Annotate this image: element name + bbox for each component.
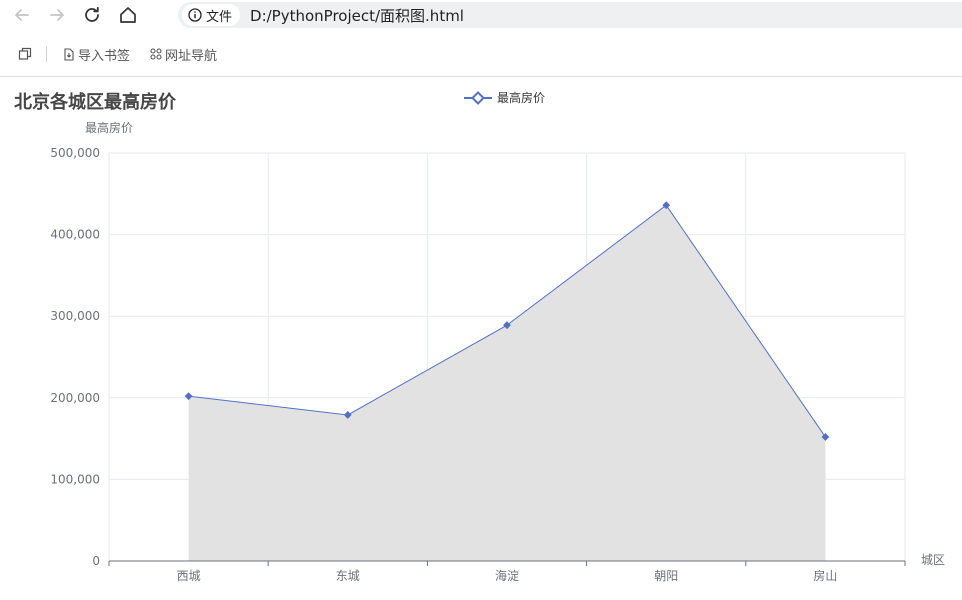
area-fill [188, 205, 826, 561]
x-tick-label: 朝阳 [654, 569, 678, 583]
y-tick-label: 200,000 [50, 391, 100, 405]
bookmark-nav[interactable]: 网址导航 [150, 45, 217, 64]
info-icon [188, 8, 202, 22]
bookmarks-bar: 导入书签 网址导航 [0, 38, 962, 70]
forward-arrow-icon [50, 9, 64, 21]
x-tick-label: 房山 [813, 568, 837, 583]
tab-copy-button[interactable] [18, 47, 32, 61]
site-info-chip[interactable]: 文件 [182, 4, 241, 26]
back-arrow-icon [15, 9, 29, 21]
y-tick-label: 0 [92, 554, 100, 568]
x-tick-label: 东城 [336, 569, 360, 583]
home-icon [120, 7, 136, 23]
home-button[interactable] [116, 3, 140, 27]
bookmark-import[interactable]: 导入书签 [63, 45, 130, 64]
y-axis-title: 最高房价 [85, 120, 133, 135]
grid-apps-icon [150, 48, 162, 60]
y-tick-label: 300,000 [50, 309, 100, 323]
bookmark-nav-label: 网址导航 [165, 48, 218, 64]
reload-icon [85, 6, 99, 22]
y-tick-label: 400,000 [50, 228, 100, 242]
y-tick-label: 500,000 [50, 146, 100, 160]
bookmark-import-label: 导入书签 [78, 48, 131, 64]
forward-button[interactable] [45, 3, 69, 27]
browser-toolbar: 文件 D:/PythonProject/面积图.html [0, 0, 962, 30]
address-bar[interactable]: 文件 D:/PythonProject/面积图.html [178, 2, 962, 28]
bookmarks-divider [46, 46, 47, 62]
x-tick-label: 西城 [177, 569, 201, 583]
reload-button[interactable] [80, 3, 104, 27]
x-axis-title: 城区 [921, 553, 945, 567]
back-button[interactable] [10, 3, 34, 27]
url-text[interactable]: D:/PythonProject/面积图.html [250, 5, 464, 26]
y-tick-label: 100,000 [50, 472, 100, 486]
copy-tabs-icon [18, 47, 32, 60]
area-chart: 0 100,000 200,000 300,000 400,000 500,000 西城 东城… [50, 120, 945, 583]
import-file-icon [64, 47, 74, 61]
x-tick-label: 海淀 [495, 568, 519, 583]
file-label: 文件 [206, 9, 233, 25]
